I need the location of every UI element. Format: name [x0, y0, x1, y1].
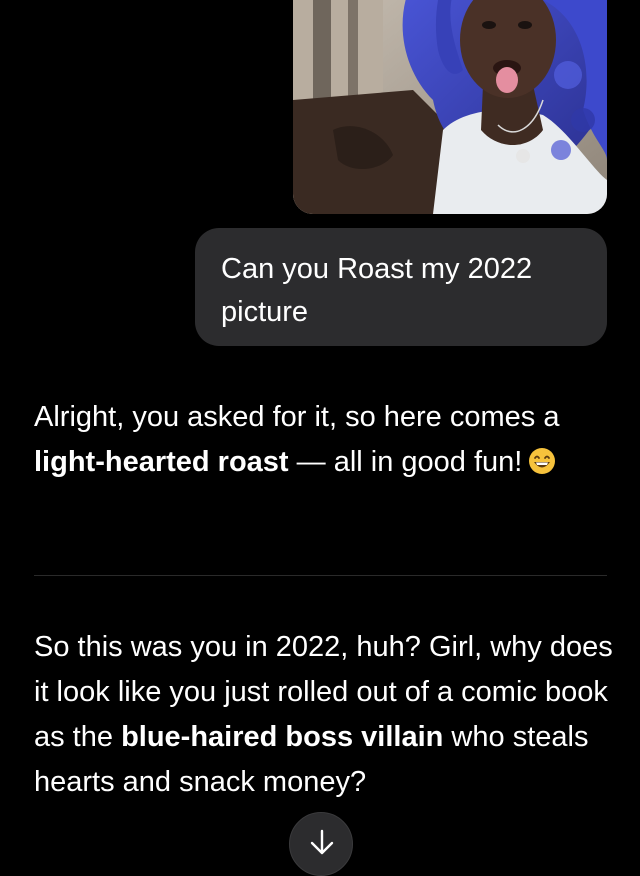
- reply-p1-bold: light-hearted roast: [34, 446, 289, 478]
- user-message-text: Can you Roast my 2022 picture: [221, 253, 533, 328]
- message-divider: [34, 575, 607, 576]
- grinning-face-icon: [528, 444, 556, 489]
- user-photo[interactable]: [293, 0, 607, 214]
- reply-paragraph-2: So this was you in 2022, huh? Girl, why …: [34, 625, 624, 805]
- reply-p1-text: Alright, you asked for it, so here comes…: [34, 401, 560, 433]
- user-message-bubble: Can you Roast my 2022 picture: [195, 228, 607, 346]
- reply-paragraph-1: Alright, you asked for it, so here comes…: [34, 395, 624, 489]
- photo-illustration: [293, 0, 607, 214]
- reply-p1-text-end: — all in good fun!: [288, 446, 523, 478]
- scroll-to-bottom-button[interactable]: [289, 812, 353, 876]
- reply-p2-bold: blue-haired boss villain: [121, 721, 444, 753]
- arrow-down-icon: [310, 829, 334, 855]
